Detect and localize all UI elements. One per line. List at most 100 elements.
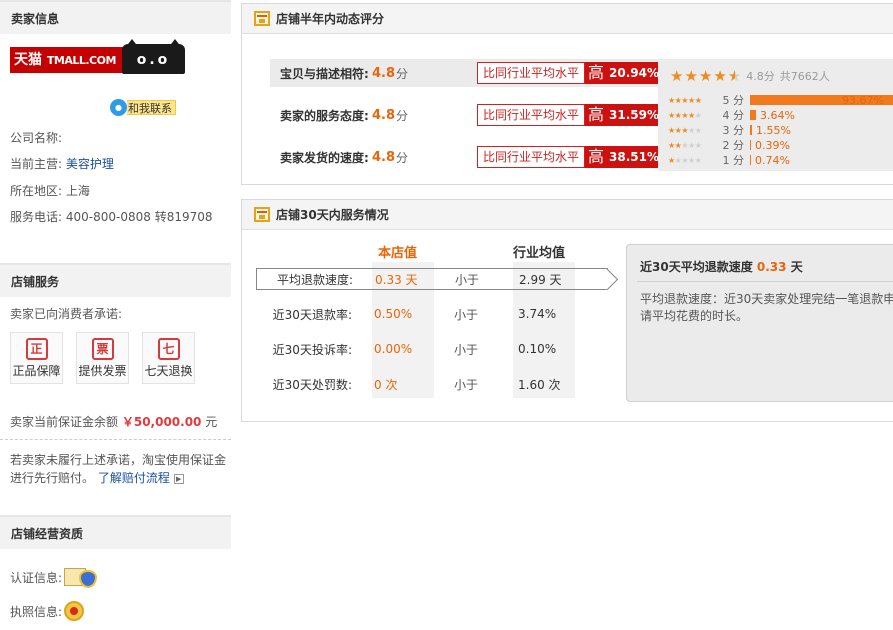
tooltip-title-value: 0.33 (756, 260, 787, 274)
industry-value: 1.60 次 (518, 377, 561, 392)
company-row: 公司名称: (10, 129, 62, 146)
metric-label: 近30天处罚数: (272, 377, 352, 392)
compare-level: 高 (585, 146, 608, 168)
seven-day-return-badge[interactable]: 七 七天退换 (142, 332, 195, 384)
license-row: 执照信息: (10, 601, 85, 621)
distribution-percent: 1.55% (756, 123, 791, 137)
tooltip-text: 平均退款速度：近30天卖家处理完结一笔退款申请平均花费的时长。 (640, 292, 893, 323)
compare-text: 小于 (455, 272, 480, 287)
cert-label: 认证信息: (10, 570, 63, 585)
star-icon: ★ (698, 66, 713, 85)
metric-label: 近30天投诉率: (272, 342, 352, 357)
dynamic-rating-header: 店铺半年内动态评分 (242, 4, 893, 34)
certification-icon[interactable] (64, 566, 98, 588)
distribution-bar (750, 125, 752, 135)
deposit-amount: ￥50,000.00 (121, 415, 202, 429)
tmall-cat-icon: o.o (122, 39, 185, 74)
compare-badge: 比同行业平均水平 高 38.51% (477, 146, 666, 168)
tooltip-title-unit: 天 (790, 260, 803, 274)
distribution-bar (750, 110, 756, 120)
tooltip-panel: 近30天平均退款速度 0.33 天 平均退款速度：近30天卖家处理完结一笔退款申… (626, 244, 893, 402)
overall-score: 4.8分 (746, 70, 775, 83)
table-row[interactable]: 平均退款速度: 0.33 天 小于 2.99 天 (256, 268, 608, 290)
store-value: 0.33 天 (375, 272, 418, 287)
overall-count: 共7662人 (779, 70, 830, 83)
service-30d-title: 店铺30天内服务情况 (276, 208, 389, 222)
distribution-label: 1 分 (722, 154, 745, 167)
distribution-bar (750, 140, 751, 150)
compare-text: 小于 (454, 342, 479, 357)
distribution-percent: 0.74% (755, 153, 790, 167)
company-label: 公司名称: (10, 131, 63, 145)
phone-label: 服务电话: (10, 210, 63, 224)
authentic-badge[interactable]: 正 正品保障 (10, 332, 63, 384)
compare-badge: 比同行业平均水平 高 31.59% (477, 104, 666, 126)
tooltip-title: 近30天平均退款速度 0.33 天 (640, 258, 803, 275)
table-row[interactable]: 近30天退款率: 0.50% 小于 3.74% (256, 303, 608, 325)
compensation-note: 若卖家未履行上述承诺，淘宝使用保证金进行先行赔付。 了解赔付流程 ▶ (10, 451, 230, 487)
compare-badge: 比同行业平均水平 高 20.94% (477, 62, 666, 84)
tooltip-title-prefix: 近30天平均退款速度 (640, 260, 753, 274)
half-star-icon: ★ (727, 66, 742, 85)
contact-button[interactable]: ● 和我联系 (110, 99, 176, 116)
deposit-unit: 元 (205, 415, 218, 429)
compare-level: 高 (585, 62, 608, 84)
phone-value: 400-800-0808 转819708 (65, 210, 213, 224)
mini-stars-icon: ★★★★★ (668, 95, 702, 105)
service-30d-panel: 店铺30天内服务情况 本店值 行业均值 平均退款速度: 0.33 天 小于 2.… (241, 199, 893, 422)
arrow-right-icon[interactable]: ▶ (173, 473, 184, 484)
store-column-header: 本店值 (378, 246, 418, 261)
compare-text: 小于 (454, 307, 479, 322)
compare-text: 小于 (454, 377, 479, 392)
phone-row: 服务电话: 400-800-0808 转819708 (10, 208, 213, 225)
promise-badges: 正 正品保障 票 提供发票 七 七天退换 (10, 332, 195, 384)
authentic-label: 正品保障 (12, 364, 61, 378)
compare-label: 比同行业平均水平 (477, 146, 586, 168)
sidebar: 卖家信息 天猫 TMALL.COM o.o ● 和我联系 公司名称: 当前主营:… (0, 0, 231, 630)
table-row[interactable]: 近30天处罚数: 0 次 小于 1.60 次 (256, 373, 608, 395)
distribution-label: 3 分 (722, 124, 745, 137)
rating-value: 4.8 (372, 65, 396, 81)
dynamic-rating-title: 店铺半年内动态评分 (276, 12, 385, 26)
store-service-heading: 店铺服务 (0, 263, 231, 297)
distribution-label: 4 分 (722, 109, 745, 122)
rating-value: 4.8 (372, 149, 396, 165)
region-value: 上海 (65, 184, 90, 198)
license-emblem-icon[interactable] (64, 601, 85, 621)
mini-stars-icon: ★★★★★ (668, 140, 702, 150)
rating-label: 卖家发货的速度: (280, 150, 369, 165)
tmall-logo-text: 天猫 (14, 52, 42, 68)
rating-unit: 分 (396, 108, 409, 123)
distribution-percent: 0.39% (755, 138, 790, 152)
seven-day-icon: 七 (157, 338, 180, 360)
mini-stars-icon: ★★★★★ (668, 125, 702, 135)
industry-value: 0.10% (518, 342, 557, 356)
star-icon: ★ (713, 66, 727, 85)
distribution-row: ★★★★★ 5 分 93.67% (668, 93, 893, 107)
rating-distribution: ★ ★ ★ ★ ★ 4.8分 共7662人 ★★★★★ 5 分 93.67% ★★★★… (658, 59, 893, 171)
mini-stars-icon: ★★★★★ (668, 110, 702, 120)
tmall-logo[interactable]: 天猫 TMALL.COM o.o (10, 39, 185, 74)
compare-label: 比同行业平均水平 (477, 62, 586, 84)
distribution-row: ★★★★★ 3 分 1.55% (668, 123, 791, 138)
license-label: 执照信息: (10, 604, 63, 619)
store-value: 0.00% (374, 342, 413, 356)
distribution-percent: 93.67% (842, 93, 884, 107)
chat-icon: ● (110, 99, 127, 116)
star-icon: ★ (684, 66, 698, 85)
distribution-row: ★★★★★ 4 分 3.64% (668, 108, 795, 123)
star-icon: ★ (670, 66, 684, 85)
overall-stars: ★ ★ ★ ★ ★ 4.8分 共7662人 (670, 68, 830, 84)
authentic-icon: 正 (25, 338, 48, 360)
qualification-heading: 店铺经营资质 (0, 515, 231, 549)
invoice-badge[interactable]: 票 提供发票 (76, 332, 129, 384)
tmall-logo-sub: TMALL.COM (46, 54, 117, 67)
region-row: 所在地区: 上海 (10, 182, 90, 199)
rating-label: 宝贝与描述相符: (280, 66, 369, 81)
category-label: 当前主营: (10, 157, 63, 171)
distribution-row: ★★★★★ 2 分 0.39% (668, 138, 790, 153)
category-link[interactable]: 美容护理 (66, 157, 114, 171)
table-row[interactable]: 近30天投诉率: 0.00% 小于 0.10% (256, 338, 608, 360)
mini-stars-icon: ★★★★★ (668, 155, 702, 165)
compensation-link[interactable]: 了解赔付流程 (98, 471, 170, 485)
